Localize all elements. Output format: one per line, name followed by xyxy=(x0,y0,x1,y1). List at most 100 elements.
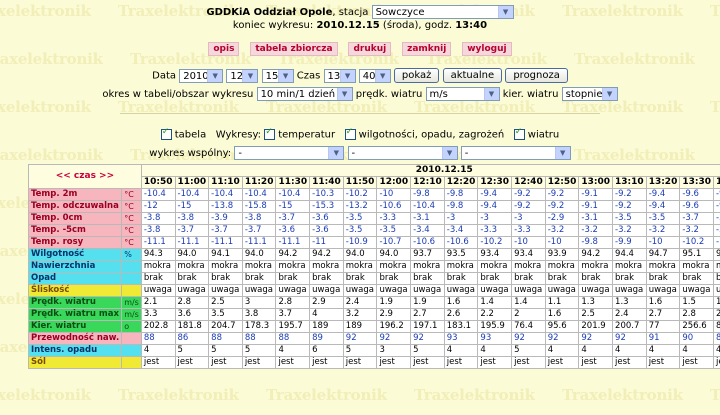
menu-wyloguj[interactable]: wyloguj xyxy=(462,42,512,56)
table-cell: 178.3 xyxy=(241,320,277,333)
year-select[interactable]: 2010 ▼ xyxy=(179,68,224,83)
menu-drukuj[interactable]: drukuj xyxy=(348,42,392,56)
table-cell: -10.6 xyxy=(376,200,412,213)
combined-chart-row: wykres wspólny: - ▼ - ▼ - ▼ xyxy=(0,146,720,160)
temperatur-label: temperatur xyxy=(278,129,336,141)
menu-zamknij[interactable]: zamknij xyxy=(402,42,452,56)
wilgotnosci-checkbox[interactable] xyxy=(344,127,356,140)
table-cell: 93.9 xyxy=(544,248,580,261)
table-cell: -3.2 xyxy=(544,224,580,237)
table-cell: brak xyxy=(645,272,681,285)
menu-tabela-zbiorcza[interactable]: tabela zbiorcza xyxy=(250,42,338,56)
czas-nav[interactable]: << czas >> xyxy=(28,164,142,189)
period-select[interactable]: 10 min/1 dzień ▼ xyxy=(256,87,353,101)
forecast-button[interactable]: prognoza xyxy=(505,68,568,83)
table-cell: uwaga xyxy=(477,284,513,297)
table-cell: mokra xyxy=(477,260,513,273)
chevron-down-icon: ▼ xyxy=(441,147,457,159)
table-row: Sól jest jest jest jest jest jest jest jest jest j… xyxy=(27,356,720,369)
table-cell: -15.3 xyxy=(309,200,344,213)
table-cell: mokra xyxy=(645,260,681,273)
table-cell: uwaga xyxy=(275,284,311,297)
wind-speed-unit-select[interactable]: m/s ▼ xyxy=(425,87,500,101)
wind-dir-unit-select[interactable]: stopnie ▼ xyxy=(561,87,618,101)
table-cell: uwaga xyxy=(309,284,344,297)
table-cell: brak xyxy=(578,272,614,285)
hour-select[interactable]: 13 ▼ xyxy=(323,68,356,83)
row-label: Temp. 2m xyxy=(27,188,123,201)
combined-select-2[interactable]: - ▼ xyxy=(347,146,458,160)
table-cell: 80.9 xyxy=(713,320,720,333)
table-cell: -15.8 xyxy=(241,200,277,213)
time-header: 11:20 xyxy=(241,176,277,189)
table-cell: jest xyxy=(679,356,714,369)
table-cell: -11.1 xyxy=(208,236,243,249)
combined-value-3: - xyxy=(464,148,469,159)
table-cell: 4 xyxy=(443,344,479,357)
table-cell: 4 xyxy=(275,344,311,357)
table-cell: -10.2 xyxy=(342,188,378,201)
table-cell: 3.7 xyxy=(275,308,311,321)
header-line-end: koniec wykresu: 2010.12.15 (środa), godz… xyxy=(0,20,720,31)
table-cell: -3.5 xyxy=(342,224,378,237)
table-cell: 2.7 xyxy=(410,308,445,321)
org-name: GDDKiA Oddział Opole xyxy=(206,7,333,18)
table-cell: 183.1 xyxy=(443,320,479,333)
measurement-table: << czas >> 2010.12.15 10:50 11:00 11:10 11:20… xyxy=(27,164,720,369)
watermark-text: Traxelektronik xyxy=(710,386,720,404)
table-cell: brak xyxy=(679,272,714,285)
table-cell: 90 xyxy=(679,332,714,345)
table-cell: jest xyxy=(645,356,681,369)
table-cell: -3.2 xyxy=(645,224,681,237)
table-cell: jest xyxy=(612,356,647,369)
row-unit xyxy=(121,260,142,273)
table-cell: 5 xyxy=(174,344,210,357)
menu-opis[interactable]: opis xyxy=(208,42,240,56)
table-cell: mokra xyxy=(342,260,378,273)
table-cell: 89 xyxy=(713,332,720,345)
wiatru-checkbox[interactable] xyxy=(513,127,525,140)
current-button[interactable]: aktualne xyxy=(442,68,503,83)
table-row: Prędk. wiatru max m/s 3.3 3.6 3.5 3.8 3.7 4 3.2 2… xyxy=(27,308,720,321)
time-header: 11:30 xyxy=(275,176,311,189)
row-label: Temp. 0cm xyxy=(27,212,123,225)
table-cell: -9.6 xyxy=(679,188,714,201)
table-cell: jest xyxy=(174,356,210,369)
tabela-checkbox[interactable] xyxy=(160,127,172,140)
table-cell: -3.6 xyxy=(309,212,344,225)
show-button[interactable]: pokaż xyxy=(393,68,440,83)
row-label: Prędk. wiatru xyxy=(27,296,123,309)
row-unit xyxy=(121,344,142,357)
row-unit: m/s xyxy=(121,308,142,321)
table-cell: jest xyxy=(410,356,445,369)
combined-select-1[interactable]: - ▼ xyxy=(234,146,345,160)
chevron-down-icon: ▼ xyxy=(554,147,570,159)
table-cell: 1.4 xyxy=(511,296,546,309)
combined-value-2: - xyxy=(351,148,356,159)
table-cell: uwaga xyxy=(612,284,647,297)
table-cell: 92 xyxy=(342,332,378,345)
table-cell: 76.4 xyxy=(511,320,546,333)
station-select[interactable]: Sowczyce ▼ xyxy=(371,5,514,19)
month-select[interactable]: 12 ▼ xyxy=(226,68,259,83)
row-label: Temp. rosy xyxy=(27,236,123,249)
table-cell: 3.8 xyxy=(241,308,277,321)
table-cell: 5 xyxy=(241,344,277,357)
options-row: tabela Wykresy: temperatur wilgotności, … xyxy=(0,127,720,141)
table-row: Intens. opadu 4 5 5 5 4 6 5 3 5 4 4 5 4 4 4 4 4 4 xyxy=(27,344,720,357)
time-header: 12:50 xyxy=(544,176,580,189)
table-cell: -3 xyxy=(511,212,546,225)
temperatur-checkbox[interactable] xyxy=(264,127,276,140)
table-row: Wilgotność% 94.3 94.0 94.1 94.0 94.2 94.2 94.0 9… xyxy=(27,248,720,261)
row-label: Temp. -5cm xyxy=(27,224,123,237)
wind-dir-label: kier. wiatru xyxy=(502,89,559,100)
table-cell: -9.6 xyxy=(679,200,714,213)
day-select[interactable]: 15 ▼ xyxy=(261,68,294,83)
combined-select-3[interactable]: - ▼ xyxy=(460,146,571,160)
table-cell: -9.2 xyxy=(544,200,580,213)
row-label: Wilgotność xyxy=(27,248,123,261)
row-unit xyxy=(121,332,142,345)
year-value: 2010 xyxy=(183,70,209,82)
table-cell: -10.2 xyxy=(477,236,513,249)
minute-select[interactable]: 40 ▼ xyxy=(358,68,391,83)
